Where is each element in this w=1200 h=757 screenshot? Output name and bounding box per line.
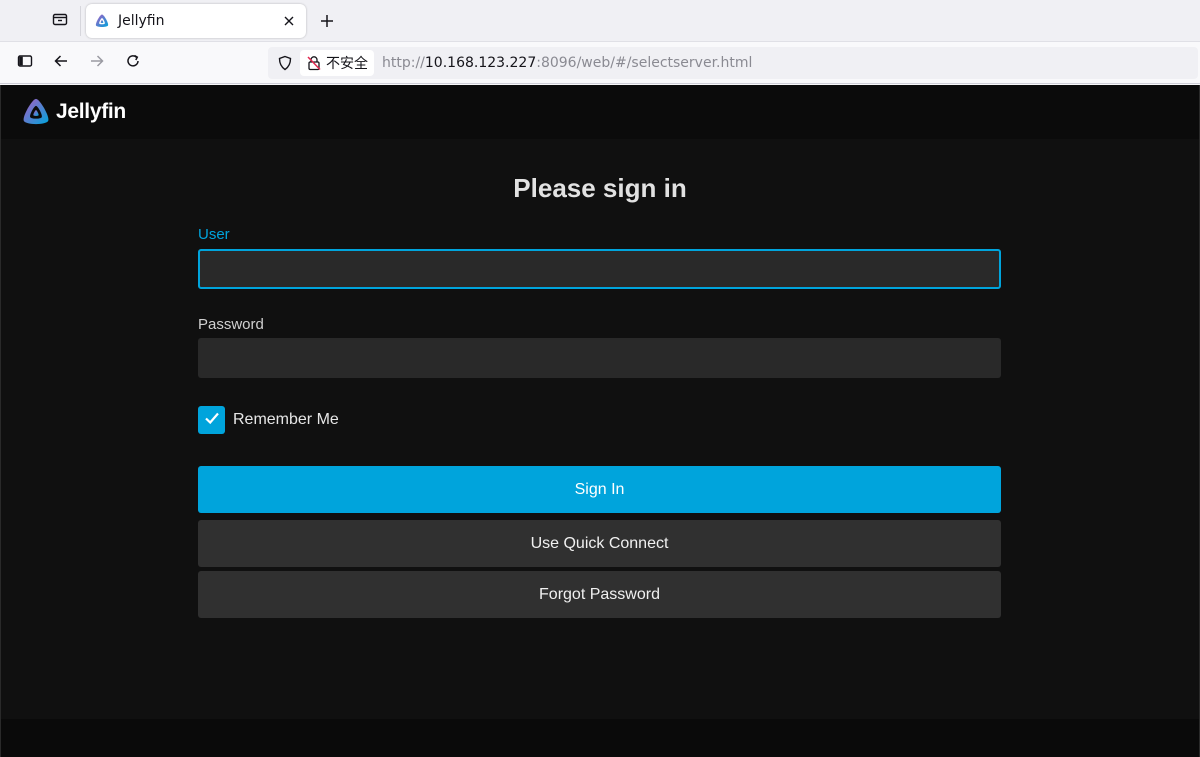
arrow-left-icon	[53, 53, 69, 73]
password-label: Password	[198, 316, 264, 333]
reload-button[interactable]	[119, 49, 147, 77]
tab-list-button[interactable]	[44, 8, 76, 34]
page-footer	[1, 719, 1199, 757]
remember-me-checkbox[interactable]	[198, 406, 225, 434]
sidebar-icon	[17, 53, 33, 73]
sidebar-toggle-button[interactable]	[11, 49, 39, 77]
url-text[interactable]: http://10.168.123.227:8096/web/#/selects…	[382, 55, 752, 71]
insecure-lock-icon	[306, 55, 322, 71]
url-host: 10.168.123.227	[424, 55, 537, 71]
tracking-protection-shield-icon[interactable]	[270, 47, 300, 79]
url-scheme: http://	[382, 55, 425, 71]
reload-icon	[125, 53, 141, 73]
forgot-password-button[interactable]: Forgot Password	[198, 571, 1001, 618]
app-header: Jellyfin	[1, 85, 1199, 139]
signin-page: Please sign in User Password Remember Me…	[1, 139, 1199, 719]
user-label: User	[198, 226, 230, 243]
checkmark-icon	[203, 409, 221, 431]
quick-connect-button[interactable]: Use Quick Connect	[198, 520, 1001, 567]
page-title: Please sign in	[513, 173, 687, 203]
remember-me[interactable]: Remember Me	[198, 406, 339, 434]
browser-tab-bar: Jellyfin	[0, 0, 1200, 42]
user-input[interactable]	[198, 249, 1001, 289]
jellyfin-logo-icon	[21, 97, 51, 127]
tab-divider	[80, 6, 81, 36]
browser-nav-bar: 不安全 http://10.168.123.227:8096/web/#/sel…	[0, 42, 1200, 84]
tab-list-icon	[52, 11, 68, 31]
arrow-right-icon	[89, 53, 105, 73]
jellyfin-favicon-icon	[94, 13, 110, 29]
insecure-label: 不安全	[326, 56, 368, 72]
browser-tab[interactable]: Jellyfin	[86, 4, 306, 38]
forward-button[interactable]	[83, 49, 111, 77]
password-input[interactable]	[198, 338, 1001, 378]
remember-me-label: Remember Me	[233, 411, 339, 428]
jellyfin-logo[interactable]: Jellyfin	[21, 97, 126, 127]
back-button[interactable]	[47, 49, 75, 77]
url-path: :8096/web/#/selectserver.html	[536, 55, 753, 71]
logo-text: Jellyfin	[56, 100, 126, 123]
page-viewport: Jellyfin Please sign in User Password Re…	[0, 85, 1200, 757]
connection-insecure-badge[interactable]: 不安全	[300, 50, 374, 76]
sign-in-button[interactable]: Sign In	[198, 466, 1001, 513]
close-tab-icon[interactable]	[280, 12, 298, 30]
new-tab-button[interactable]	[314, 9, 340, 35]
plus-icon	[320, 13, 334, 32]
tab-title: Jellyfin	[118, 13, 165, 29]
address-bar[interactable]: 不安全 http://10.168.123.227:8096/web/#/sel…	[268, 47, 1198, 79]
